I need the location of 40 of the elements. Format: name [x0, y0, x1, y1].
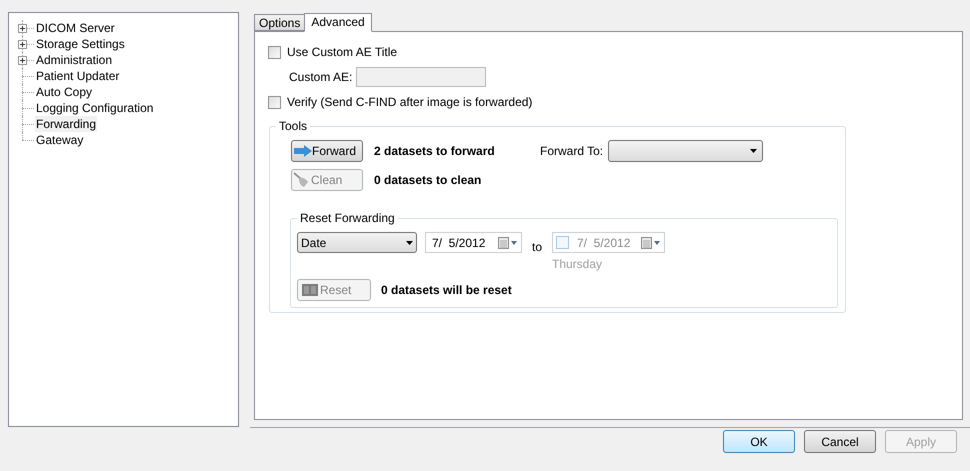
caret-icon [750, 149, 757, 153]
group-title: Tools [276, 119, 310, 133]
status-text: 0 datasets will be reset [381, 282, 512, 299]
dropdown[interactable] [608, 140, 763, 162]
field-label: Forward To: [540, 143, 604, 160]
tree-item[interactable]: Forwarding [35, 116, 98, 132]
brush-icon [293, 172, 311, 188]
to-label: to [532, 239, 544, 256]
tree-item[interactable]: DICOM Server [35, 20, 116, 36]
tab[interactable]: Options [254, 14, 304, 31]
tree-item[interactable]: Gateway [35, 132, 84, 148]
button[interactable]: Cancel [804, 430, 876, 453]
tab[interactable]: Advanced [304, 13, 372, 32]
arrow-icon [294, 145, 312, 157]
button[interactable]: OK [723, 430, 795, 453]
checkbox-label: Use Custom AE Title [287, 44, 398, 61]
tree-item[interactable]: Patient Updater [35, 68, 120, 84]
counter-icon [302, 284, 318, 296]
checkbox[interactable] [268, 46, 281, 58]
calendar-icon [641, 236, 661, 248]
expand-icon[interactable] [18, 40, 27, 49]
checkbox[interactable] [268, 96, 281, 108]
dropdown[interactable]: Date [297, 232, 417, 253]
field-label: Custom AE: [289, 69, 354, 86]
button[interactable]: Forward [291, 140, 363, 162]
checkbox[interactable] [556, 236, 569, 249]
expand-icon[interactable] [18, 24, 27, 33]
tree-item[interactable]: Storage Settings [35, 36, 126, 52]
tree-item[interactable]: Administration [35, 52, 114, 68]
tree-item[interactable]: Auto Copy [35, 84, 94, 100]
date-picker[interactable]: 7/ 5/2012 [425, 232, 522, 253]
tree-item[interactable]: Logging Configuration [35, 100, 154, 116]
status-text: 2 datasets to forward [374, 143, 496, 160]
status-text: 0 datasets to clean [374, 172, 482, 189]
caret-icon [406, 240, 413, 244]
checkbox-label: Verify (Send C-FIND after image is forwarded) [287, 94, 532, 111]
calendar-icon [498, 236, 518, 248]
day-label: Thursday [552, 256, 604, 273]
expand-icon[interactable] [18, 56, 27, 65]
group-title: Reset Forwarding [297, 211, 398, 225]
